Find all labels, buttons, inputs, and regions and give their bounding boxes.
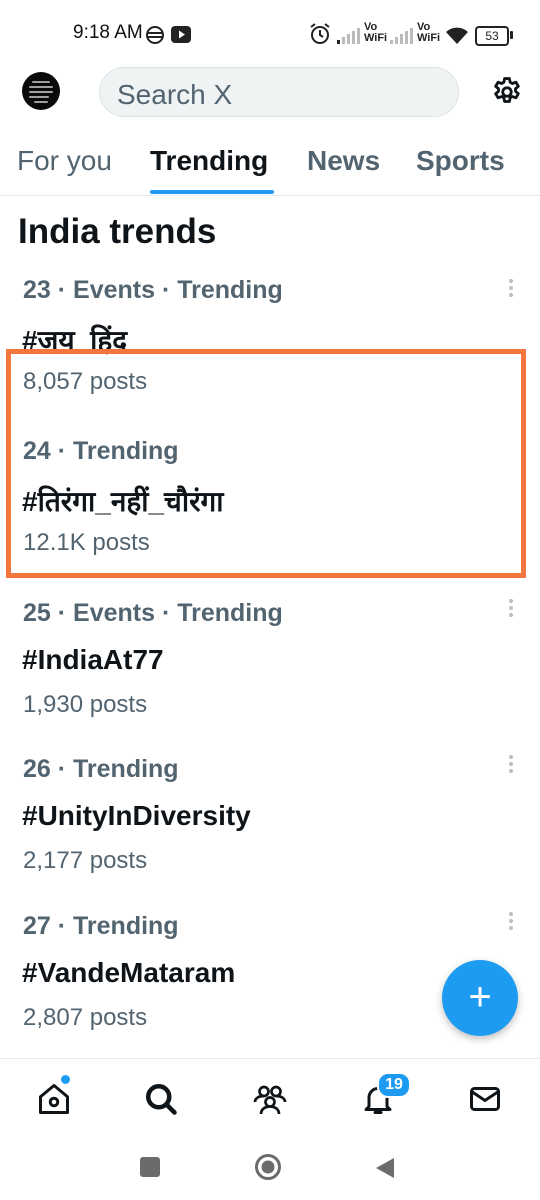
data-saver-icon [146, 26, 164, 44]
trend-meta: 26 · Trending [23, 755, 179, 783]
compose-button[interactable]: + [442, 960, 518, 1036]
communities-icon[interactable] [252, 1081, 288, 1117]
section-title: India trends [18, 212, 217, 251]
trend-post-count: 2,177 posts [23, 847, 148, 874]
signal-icon [390, 28, 413, 44]
divider [0, 195, 540, 196]
signal-icon [337, 28, 360, 44]
plus-icon: + [468, 975, 492, 1019]
home-notification-dot [61, 1075, 70, 1084]
tab-sports[interactable]: Sports [416, 145, 505, 177]
recents-button[interactable] [140, 1157, 160, 1177]
trend-name: #VandeMataram [22, 957, 236, 988]
more-options-icon[interactable] [505, 279, 517, 301]
trend-post-count: 2,807 posts [23, 1004, 148, 1031]
system-nav-bar [0, 1140, 540, 1200]
status-time: 9:18 AM [73, 22, 143, 43]
tab-for-you[interactable]: For you [17, 145, 112, 177]
more-options-icon[interactable] [505, 912, 517, 934]
back-button[interactable] [374, 1156, 396, 1180]
settings-icon[interactable] [490, 75, 524, 109]
tab-trending[interactable]: Trending [150, 145, 268, 177]
messages-icon[interactable] [467, 1081, 503, 1117]
bottom-nav: 19 [0, 1058, 540, 1141]
battery-icon: 53 [475, 26, 509, 46]
more-options-icon[interactable] [505, 599, 517, 621]
trend-post-count: 1,930 posts [23, 691, 148, 718]
trend-meta: 27 · Trending [23, 912, 179, 940]
battery-tip [510, 31, 513, 39]
search-icon[interactable] [143, 1081, 179, 1117]
wifi-icon [446, 27, 468, 44]
vowifi-icon: Vo WiFi [417, 21, 441, 44]
status-bar: 9:18 AM Vo WiFi Vo WiFi 53 [0, 0, 540, 66]
trend-name: #UnityInDiversity [22, 800, 251, 831]
battery-level: 53 [485, 29, 499, 43]
trend-name: #IndiaAt77 [22, 644, 164, 675]
home-icon[interactable] [36, 1081, 72, 1117]
trend-meta: 23 · Events · Trending [23, 276, 283, 304]
alarm-icon [310, 23, 330, 44]
search-placeholder: Search X [117, 79, 233, 110]
more-options-icon[interactable] [505, 755, 517, 777]
active-tab-indicator [150, 190, 274, 194]
avatar[interactable] [22, 72, 60, 110]
vowifi-icon: Vo WiFi [364, 21, 388, 44]
notification-badge: 19 [377, 1072, 411, 1098]
search-input[interactable]: Search X [99, 67, 459, 117]
home-button[interactable] [254, 1153, 282, 1181]
tab-news[interactable]: News [307, 145, 380, 177]
highlight-box [6, 349, 526, 578]
youtube-icon [171, 26, 191, 43]
trend-meta: 25 · Events · Trending [23, 599, 283, 627]
